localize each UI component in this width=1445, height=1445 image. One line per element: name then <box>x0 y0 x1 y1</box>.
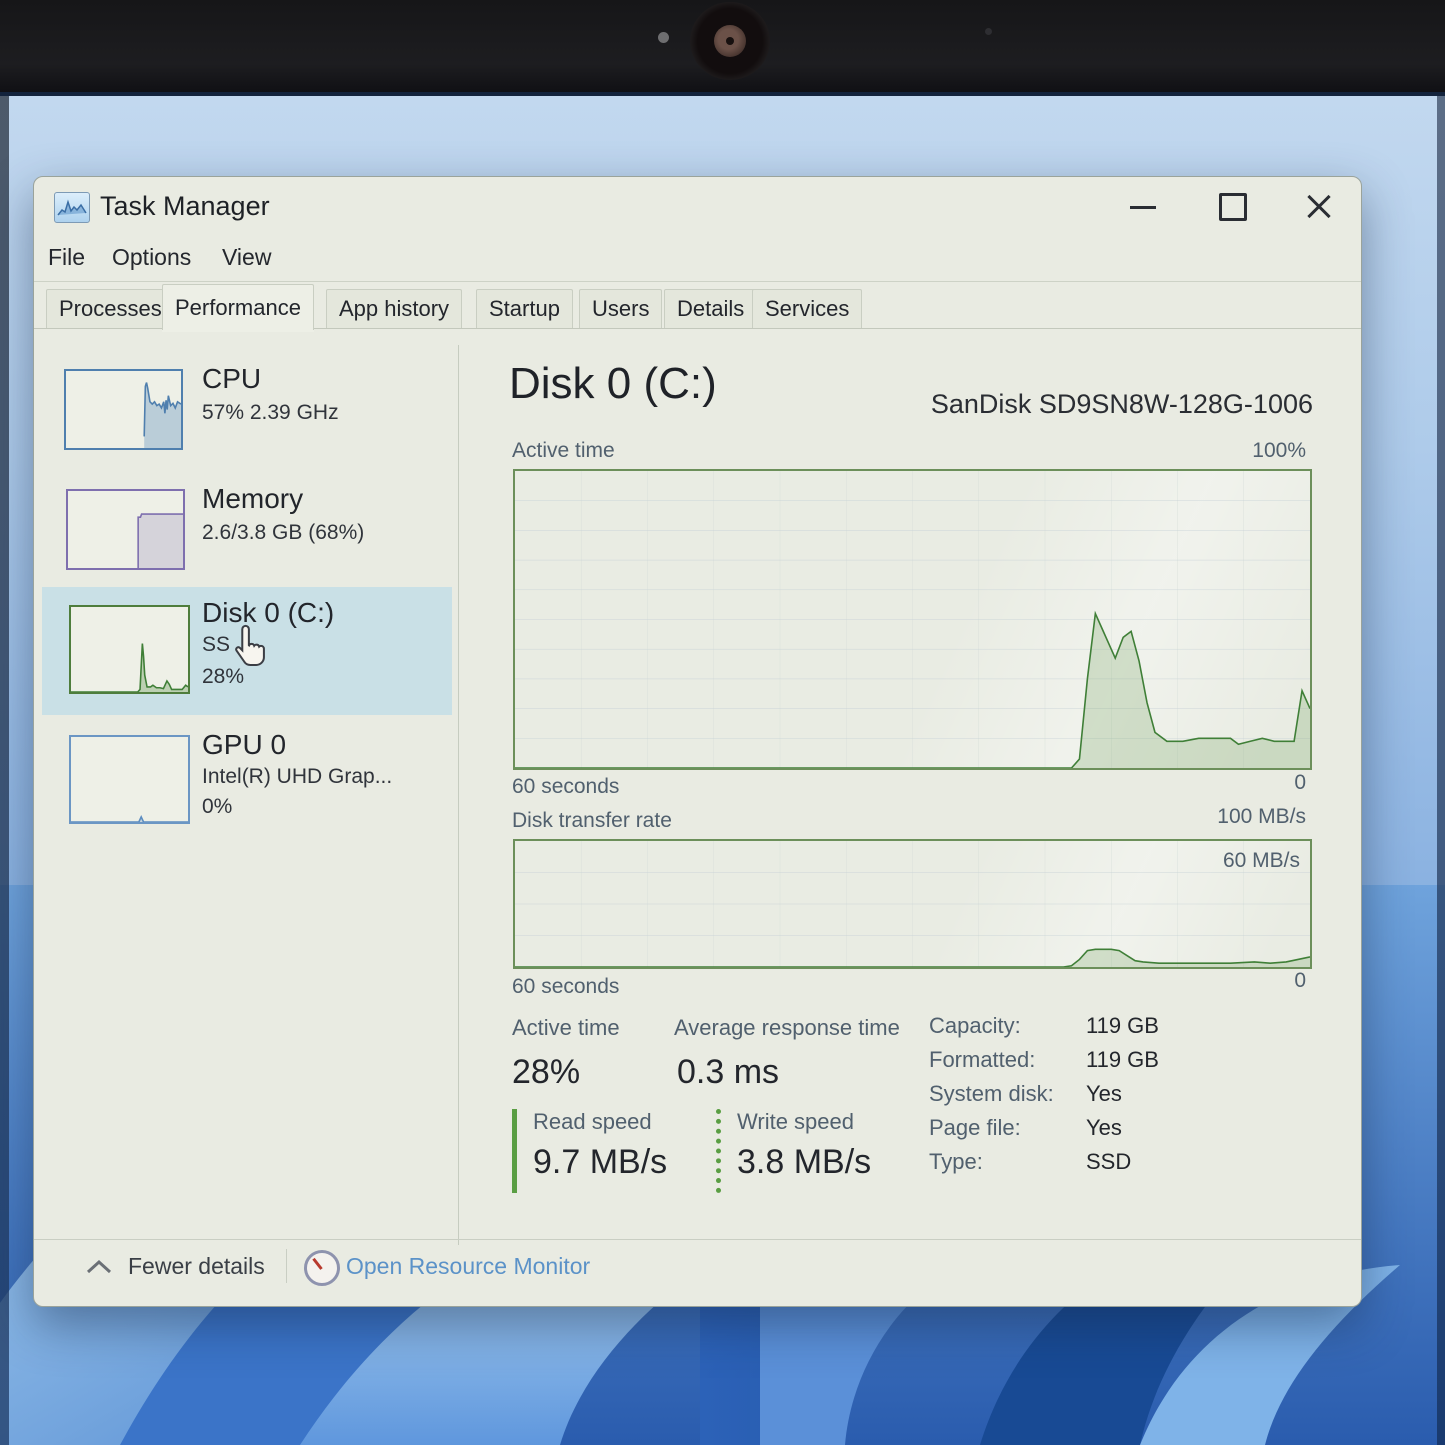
write-speed-value: 3.8 MB/s <box>737 1143 871 1182</box>
close-icon <box>1306 194 1332 220</box>
menu-view[interactable]: View <box>222 244 271 271</box>
tab-strip: Processes Performance App history Startu… <box>34 281 1361 329</box>
menu-file[interactable]: File <box>48 244 85 271</box>
type-value: SSD <box>1086 1149 1131 1175</box>
gpu-thumbnail-chart <box>69 735 190 824</box>
microphone-hole <box>985 28 992 35</box>
resource-monitor-icon <box>304 1250 340 1286</box>
open-resource-monitor-link[interactable]: Open Resource Monitor <box>346 1253 590 1280</box>
stat-avg-response-label: Average response time <box>674 1015 900 1041</box>
maximize-button[interactable] <box>1205 187 1261 227</box>
system-disk-value: Yes <box>1086 1081 1122 1107</box>
close-button[interactable] <box>1291 187 1347 227</box>
transfer-rate-x-left: 60 seconds <box>512 975 619 999</box>
hand-cursor-icon <box>230 623 274 671</box>
task-manager-icon <box>54 192 90 223</box>
maximize-icon <box>1219 193 1247 221</box>
tab-services[interactable]: Services <box>752 289 862 328</box>
menu-bar: File Options View <box>34 235 1361 282</box>
screen-edge-right <box>1437 96 1445 1445</box>
gpu-percent: 0% <box>202 795 232 819</box>
gpu-subtitle: Intel(R) UHD Grap... <box>202 765 392 789</box>
disk-thumbnail-chart <box>69 605 190 694</box>
formatted-value: 119 GB <box>1086 1047 1159 1073</box>
transfer-rate-chart: 60 MB/s <box>513 839 1312 969</box>
active-time-x-left: 60 seconds <box>512 775 619 799</box>
laptop-photo: Task Manager File Options View Processes… <box>0 0 1445 1445</box>
memory-subtitle: 2.6/3.8 GB (68%) <box>202 521 364 545</box>
cpu-subtitle: 57% 2.39 GHz <box>202 401 339 425</box>
stat-active-time-label: Active time <box>512 1015 620 1041</box>
sidebar-item-gpu[interactable]: GPU 0 Intel(R) UHD Grap... 0% <box>42 719 452 839</box>
write-speed-label: Write speed <box>737 1109 871 1135</box>
transfer-rate-max-label: 100 MB/s <box>1217 805 1306 829</box>
cpu-thumbnail-chart <box>64 369 183 450</box>
system-disk-label: System disk: <box>929 1081 1054 1107</box>
write-speed-block: Write speed 3.8 MB/s <box>716 1109 871 1193</box>
transfer-rate-x-right: 0 <box>1294 969 1306 993</box>
read-speed-label: Read speed <box>533 1109 667 1135</box>
memory-thumbnail-chart <box>66 489 185 570</box>
chevron-up-icon <box>86 1259 112 1275</box>
capacity-value: 119 GB <box>1086 1013 1159 1039</box>
minimize-button[interactable] <box>1115 187 1171 227</box>
task-manager-window: Task Manager File Options View Processes… <box>33 176 1362 1307</box>
footer-divider <box>286 1249 287 1283</box>
active-time-axis-label: Active time <box>512 439 615 463</box>
laptop-bezel <box>0 0 1445 92</box>
tab-details[interactable]: Details <box>664 289 757 328</box>
active-time-x-right: 0 <box>1294 771 1306 795</box>
screen-edge-left <box>0 96 9 1445</box>
sidebar-item-cpu[interactable]: CPU 57% 2.39 GHz <box>42 357 452 469</box>
read-speed-value: 9.7 MB/s <box>533 1143 667 1182</box>
menu-options[interactable]: Options <box>112 244 191 271</box>
window-title: Task Manager <box>100 191 270 222</box>
sidebar-item-disk0[interactable]: Disk 0 (C:) SS 28% <box>42 587 452 715</box>
transfer-rate-inner-scale: 60 MB/s <box>1223 849 1300 873</box>
minimize-icon <box>1130 206 1156 209</box>
transfer-rate-axis-label: Disk transfer rate <box>512 809 672 833</box>
titlebar[interactable]: Task Manager <box>34 177 1361 235</box>
tab-processes[interactable]: Processes <box>46 289 175 328</box>
tab-app-history[interactable]: App history <box>326 289 462 328</box>
cpu-title: CPU <box>202 363 261 395</box>
footer-bar: Fewer details Open Resource Monitor <box>34 1239 1361 1305</box>
active-time-max-label: 100% <box>1252 439 1306 463</box>
disk-model: SanDisk SD9SN8W-128G-1006 <box>931 389 1313 420</box>
page-file-value: Yes <box>1086 1115 1122 1141</box>
tab-users[interactable]: Users <box>579 289 662 328</box>
disk-subtitle: SS <box>202 633 230 657</box>
stat-avg-response-value: 0.3 ms <box>677 1053 779 1092</box>
page-file-label: Page file: <box>929 1115 1021 1141</box>
disk-panel-title: Disk 0 (C:) <box>509 359 717 409</box>
fewer-details-button[interactable]: Fewer details <box>128 1253 265 1280</box>
tab-performance[interactable]: Performance <box>162 284 314 330</box>
capacity-label: Capacity: <box>929 1013 1021 1039</box>
formatted-label: Formatted: <box>929 1047 1035 1073</box>
sidebar-item-memory[interactable]: Memory 2.6/3.8 GB (68%) <box>42 475 452 587</box>
active-time-chart <box>513 469 1312 770</box>
type-label: Type: <box>929 1149 983 1175</box>
tab-startup[interactable]: Startup <box>476 289 573 328</box>
webcam <box>690 2 770 80</box>
webcam-pupil <box>726 37 734 45</box>
memory-title: Memory <box>202 483 303 515</box>
gpu-title: GPU 0 <box>202 729 286 761</box>
camera-led <box>658 32 669 43</box>
read-speed-block: Read speed 9.7 MB/s <box>512 1109 667 1193</box>
stat-active-time-value: 28% <box>512 1053 580 1092</box>
sidebar-divider <box>458 345 459 1245</box>
